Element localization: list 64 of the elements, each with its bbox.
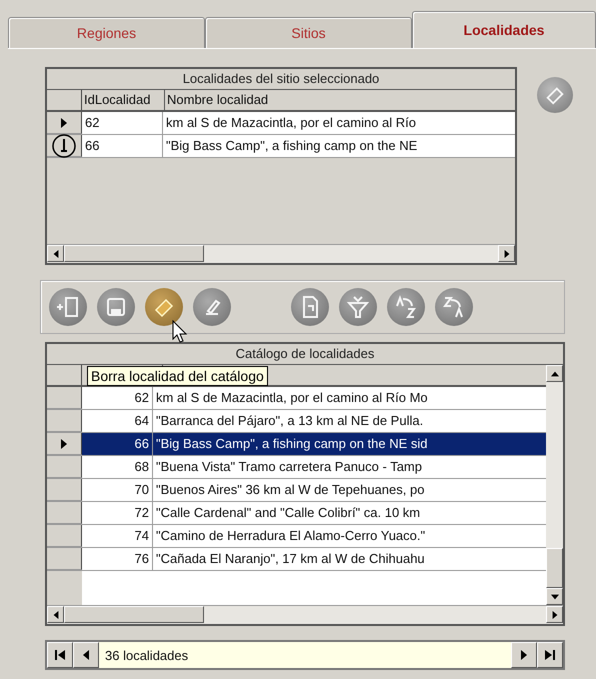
toolbar-button[interactable] <box>145 288 183 326</box>
column-header[interactable]: IdLocalidad <box>82 90 165 110</box>
horizontal-scrollbar[interactable] <box>47 244 515 263</box>
table-cell: 62 <box>82 112 163 134</box>
row-selector[interactable] <box>47 112 82 134</box>
table-cell: 76 <box>82 548 153 570</box>
grid-title: Localidades del sitio seleccionado <box>47 69 515 90</box>
scroll-left-icon <box>52 610 60 620</box>
save-icon <box>105 296 127 318</box>
row-selector[interactable] <box>47 410 82 432</box>
table-cell: "Big Bass Camp", a fishing camp on the NE sid <box>153 433 546 455</box>
scroll-down-icon <box>550 592 560 600</box>
horizontal-scrollbar[interactable] <box>47 605 563 624</box>
table-cell: km al S de Mazacintla, por el camino al Río <box>163 112 515 134</box>
column-header[interactable]: Nombre localidad <box>165 90 268 110</box>
current-row-icon <box>59 438 69 450</box>
row-selector[interactable] <box>47 548 82 570</box>
row-selector[interactable] <box>47 387 82 409</box>
table-cell: km al S de Mazacintla, por el camino al Río Mo <box>153 387 546 409</box>
toolbar-button[interactable] <box>435 288 473 326</box>
toolbar-button[interactable] <box>49 288 87 326</box>
sort-descending-icon <box>442 295 466 319</box>
table-cell: "Barranca del Pájaro", a 13 km al NE de Pulla. <box>153 410 546 432</box>
table-cell: "Buena Vista" Tramo carretera Panuco - Tamp <box>153 456 546 478</box>
grid-title: Catálogo de localidades <box>47 344 563 365</box>
eraser-button[interactable] <box>537 77 573 113</box>
row-selector[interactable] <box>47 456 82 478</box>
toolbar-button[interactable] <box>291 288 329 326</box>
toolbar-button[interactable] <box>193 288 231 326</box>
table-cell: "Cañada El Naranjo", 17 km al W de Chihuahu <box>153 548 546 570</box>
mouse-pointer-icon <box>172 320 188 344</box>
scroll-up-icon <box>550 370 560 378</box>
row-selector[interactable] <box>47 479 82 501</box>
table-cell: "Calle Cardenal" and "Calle Colibrí" ca. 10 km <box>153 502 546 524</box>
tab[interactable]: Sitios <box>205 17 412 48</box>
table-cell: "Camino de Herradura El Alamo-Cerro Yuaco." <box>153 525 546 547</box>
scroll-right-icon <box>550 610 558 620</box>
tab[interactable]: Localidades <box>412 11 596 48</box>
sort-ascending-icon <box>394 295 418 319</box>
table-cell: "Buenos Aires" 36 km al W de Tepehuanes, po <box>153 479 546 501</box>
row-selector[interactable] <box>47 135 82 157</box>
table-cell: 66 <box>82 433 153 455</box>
tooltip: Borra localidad del catálogo <box>87 366 268 386</box>
toolbar-button[interactable] <box>97 288 135 326</box>
table-cell: 72 <box>82 502 153 524</box>
table-cell: 68 <box>82 456 153 478</box>
add-record-icon <box>56 295 80 319</box>
filter-icon <box>346 295 370 319</box>
row-selector[interactable] <box>47 525 82 547</box>
scroll-right-icon <box>502 248 510 258</box>
vertical-scrollbar[interactable] <box>546 365 563 605</box>
table-cell: 66 <box>82 135 163 157</box>
table-cell: 64 <box>82 410 153 432</box>
tab[interactable]: Regiones <box>8 17 205 48</box>
table-cell: 74 <box>82 525 153 547</box>
row-selector[interactable] <box>47 433 82 455</box>
scroll-thumb[interactable] <box>546 548 563 588</box>
toolbar-button[interactable] <box>387 288 425 326</box>
table-cell: 62 <box>82 387 153 409</box>
row-selector[interactable] <box>47 502 82 524</box>
scroll-left-icon <box>52 248 60 258</box>
toolbar-button[interactable] <box>339 288 377 326</box>
table-cell: "Big Bass Camp", a fishing camp on the NE <box>163 135 515 157</box>
table-cell: 70 <box>82 479 153 501</box>
